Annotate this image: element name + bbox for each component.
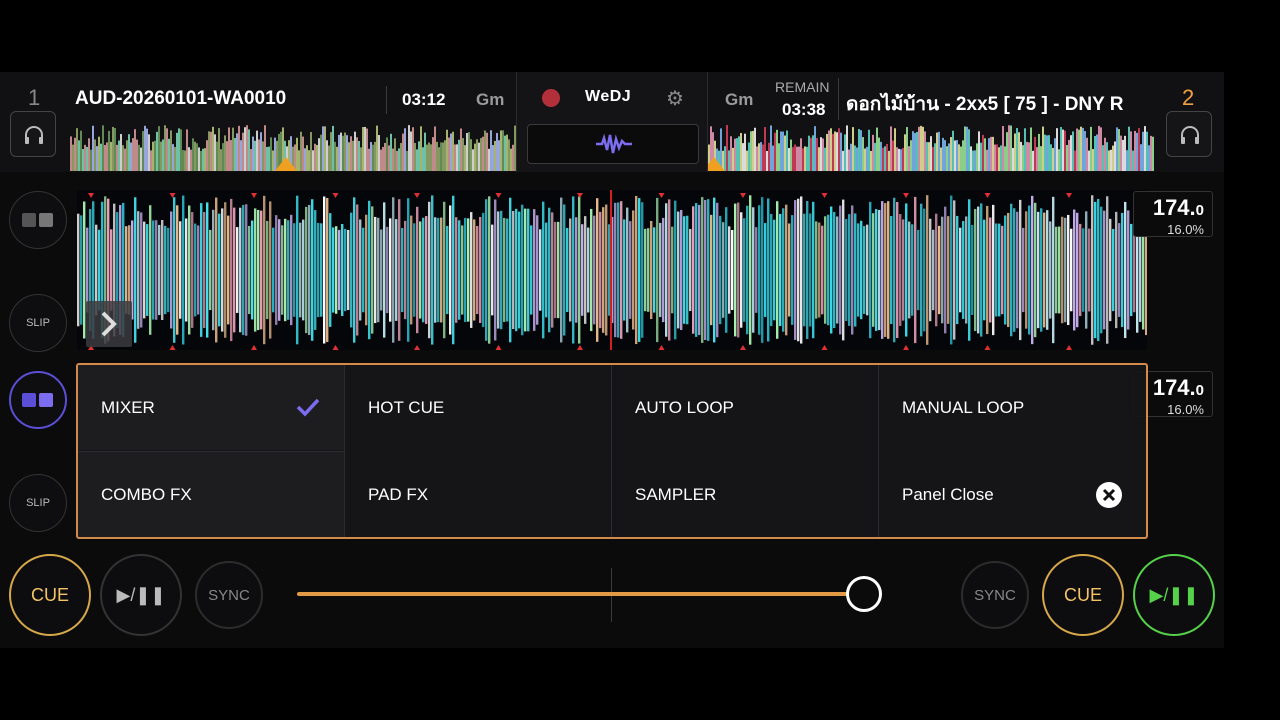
deck1-key: Gm xyxy=(476,90,505,109)
panel-item-label: SAMPLER xyxy=(635,484,717,504)
deck2-overview-waveform[interactable] xyxy=(708,125,1154,171)
expand-arrow-button[interactable] xyxy=(86,301,132,347)
panel-item-auto-loop[interactable]: AUTO LOOP xyxy=(612,365,878,450)
dj-app: 1 AUD-20260101-WA0010 03:12 Gm WeDJ ⚙ Gm… xyxy=(0,72,1224,648)
panel-item-label: Panel Close xyxy=(902,484,994,504)
deck2-bpm-decimal: 0 xyxy=(1195,382,1204,399)
panel-item-label: AUTO LOOP xyxy=(635,397,734,417)
center-panel: WeDJ ⚙ xyxy=(516,72,708,172)
panel-item-hot-cue[interactable]: HOT CUE xyxy=(345,365,611,450)
panel-item-label: PAD FX xyxy=(368,484,429,504)
deck1-bpm: 174. xyxy=(1152,195,1196,220)
deck2-bpm: 174. xyxy=(1152,375,1196,400)
headphone-icon xyxy=(1181,126,1199,144)
panel-item-label: MIXER xyxy=(101,397,155,417)
gear-icon[interactable]: ⚙ xyxy=(666,86,684,111)
deck1-time: 03:12 xyxy=(402,90,446,109)
close-icon[interactable] xyxy=(1095,481,1123,509)
deck1-main-waveform[interactable] xyxy=(77,190,1147,350)
chevron-right-icon xyxy=(101,311,117,337)
panel-item-combo-fx[interactable]: COMBO FX xyxy=(78,452,344,537)
deck2-headphone-button[interactable] xyxy=(1166,111,1212,157)
deck2-cue-button[interactable]: CUE xyxy=(1042,554,1124,636)
panel-item-label: COMBO FX xyxy=(101,484,192,504)
deck1-overview-waveform[interactable] xyxy=(70,125,516,171)
crossfader-track xyxy=(297,592,864,596)
deck2-remain-label: REMAIN xyxy=(775,79,830,95)
wedj-logo: WeDJ xyxy=(585,88,632,105)
deck2-track-title: ดอกไม้บ้าน - 2xx5 [ 75 ] - DNY R xyxy=(846,94,1124,115)
crossfader-knob[interactable] xyxy=(846,576,882,612)
deck2-sync-button[interactable]: SYNC xyxy=(961,561,1029,629)
panel-item-manual-loop[interactable]: MANUAL LOOP xyxy=(879,365,1145,450)
deck2-number: 2 xyxy=(1182,85,1195,110)
split-view-icon xyxy=(22,393,53,407)
waveform-icon xyxy=(596,133,632,154)
panel-item-sampler[interactable]: SAMPLER xyxy=(612,452,878,537)
deck1-headphone-button[interactable] xyxy=(10,111,56,157)
deck2-waveform-mode-button[interactable] xyxy=(9,371,67,429)
deck1-track-title: AUD-20260101-WA0010 xyxy=(75,88,287,109)
deck1-bpm-display[interactable]: 174.0 16.0% xyxy=(1133,191,1213,237)
crossfader[interactable] xyxy=(297,568,927,622)
panel-item-pad-fx[interactable]: PAD FX xyxy=(345,452,611,537)
deck1-waveform-mode-button[interactable] xyxy=(9,191,67,249)
panel-select-menu: MIXER COMBO FX HOT CUE PAD FX AUTO LOOP … xyxy=(76,363,1148,539)
deck1-bpm-decimal: 0 xyxy=(1195,202,1204,219)
panel-item-label: HOT CUE xyxy=(368,397,445,417)
deck2-remain-time: 03:38 xyxy=(782,100,826,119)
deck1-pitch: 16.0% xyxy=(1167,222,1204,237)
deck1-cue-button[interactable]: CUE xyxy=(9,554,91,636)
headphone-icon xyxy=(25,126,43,144)
deck1-number: 1 xyxy=(28,85,41,110)
deck2-key: Gm xyxy=(725,90,754,109)
waveform-toggle-button[interactable] xyxy=(527,124,699,164)
checkmark-icon xyxy=(296,398,320,417)
panel-item-mixer[interactable]: MIXER xyxy=(78,365,344,450)
deck1-sync-button[interactable]: SYNC xyxy=(195,561,263,629)
panel-item-label: MANUAL LOOP xyxy=(902,397,1025,417)
slip-button-bottom[interactable]: SLIP xyxy=(9,474,67,532)
panel-item-panel-close[interactable]: Panel Close xyxy=(879,452,1145,537)
record-button[interactable] xyxy=(542,89,560,107)
top-bar: 1 AUD-20260101-WA0010 03:12 Gm WeDJ ⚙ Gm… xyxy=(0,72,1224,172)
deck1-play-pause-button[interactable]: ▶/❚❚ xyxy=(100,554,182,636)
split-view-icon xyxy=(22,213,53,227)
deck2-play-pause-button[interactable]: ▶/❚❚ xyxy=(1133,554,1215,636)
slip-button-top[interactable]: SLIP xyxy=(9,294,67,352)
